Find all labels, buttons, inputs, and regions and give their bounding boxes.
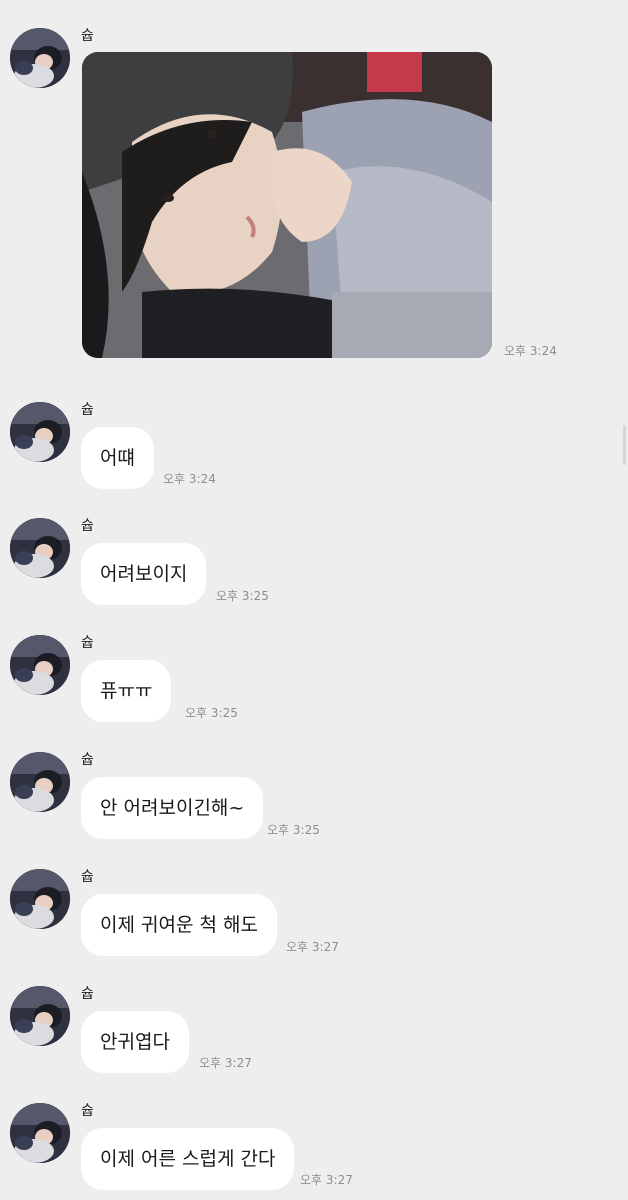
- message-bubble[interactable]: 어려보이지: [81, 543, 207, 605]
- sender-name: 슙: [81, 1103, 94, 1119]
- avatar[interactable]: [10, 635, 70, 695]
- avatar[interactable]: [10, 28, 70, 88]
- message-bubble[interactable]: 퓨ㅠㅠ: [81, 660, 172, 722]
- sender-name: 슙: [81, 518, 94, 534]
- shared-photo[interactable]: [82, 52, 492, 358]
- message-time: 오후 3:25: [185, 706, 238, 720]
- message-bubble[interactable]: 안 어려보이긴해~: [81, 777, 264, 839]
- avatar[interactable]: [10, 869, 70, 929]
- message-time: 오후 3:24: [504, 344, 557, 358]
- scrollbar[interactable]: [623, 425, 626, 465]
- avatar[interactable]: [10, 1103, 70, 1163]
- message-time: 오후 3:25: [267, 823, 320, 837]
- avatar[interactable]: [10, 752, 70, 812]
- sender-name: 슙: [81, 635, 94, 651]
- message-time: 오후 3:27: [199, 1056, 252, 1070]
- sender-name: 슙: [81, 28, 94, 44]
- sender-name: 슙: [81, 402, 94, 418]
- message-bubble[interactable]: 안귀엽다: [81, 1011, 189, 1073]
- avatar[interactable]: [10, 518, 70, 578]
- chat-thread: 슙 오후 3:24 슙 어떄 오후 3:24 슙 어려보이지 오후 3:25 슙…: [0, 0, 628, 1200]
- avatar[interactable]: [10, 986, 70, 1046]
- sender-name: 슙: [81, 752, 94, 768]
- message-time: 오후 3:25: [216, 589, 269, 603]
- avatar[interactable]: [10, 402, 70, 462]
- message-time: 오후 3:27: [300, 1173, 353, 1187]
- sender-name: 슙: [81, 986, 94, 1002]
- message-bubble[interactable]: 이제 어른 스럽게 간다: [81, 1128, 295, 1190]
- message-time: 오후 3:27: [286, 940, 339, 954]
- sender-name: 슙: [81, 869, 94, 885]
- message-bubble[interactable]: 이제 귀여운 척 해도: [81, 894, 277, 956]
- message-time: 오후 3:24: [163, 472, 216, 486]
- message-bubble[interactable]: 어떄: [81, 427, 154, 489]
